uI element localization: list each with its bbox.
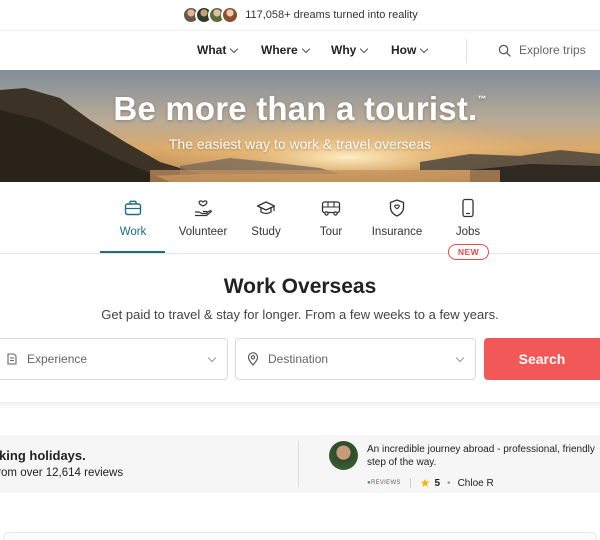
chevron-down-icon — [360, 44, 369, 53]
search-button[interactable]: Search — [484, 338, 600, 380]
experience-select[interactable]: Experience — [0, 338, 228, 380]
heart-hand-icon — [195, 200, 212, 217]
reviews-divider — [298, 441, 299, 487]
nav-item-why[interactable]: Why — [331, 43, 369, 57]
review-quote-continued: step of the way. — [367, 457, 437, 468]
reviews-strip: rking holidays. from over 12,614 reviews… — [0, 435, 600, 493]
tab-label: Volunteer — [178, 226, 228, 238]
section-shadow — [0, 402, 600, 410]
main-nav: What Where Why How Explore trips — [0, 30, 600, 70]
chevron-down-icon — [230, 44, 239, 53]
new-badge: NEW — [448, 244, 489, 260]
reviews-count: from over 12,614 reviews — [0, 467, 124, 479]
section-subtitle: Get paid to travel & stay for longer. Fr… — [101, 307, 499, 322]
tab-label: Jobs — [455, 226, 481, 238]
reviews-brand-logo: ●REVIEWS — [367, 480, 401, 486]
tab-tour[interactable]: Tour — [296, 198, 366, 238]
social-proof-strip: 117,058+ dreams turned into reality — [0, 0, 600, 30]
reviewer-name: Chloe R — [457, 477, 494, 489]
reviews-brand-text: REVIEWS — [370, 480, 401, 486]
tab-volunteer[interactable]: Volunteer — [168, 198, 238, 238]
tab-label: Tour — [319, 226, 343, 238]
section-title: Work Overseas — [223, 275, 377, 298]
shield-icon — [389, 199, 405, 217]
hero-title: Be more than a tourist.™ — [0, 90, 600, 128]
meta-dot: • — [447, 477, 451, 489]
nav-item-label: What — [197, 43, 227, 57]
review-rating: 5 — [434, 477, 441, 489]
nav-item-where[interactable]: Where — [261, 43, 310, 57]
phone-icon — [462, 198, 474, 218]
chevron-down-icon — [420, 44, 429, 53]
tab-insurance[interactable]: Insurance — [362, 198, 432, 238]
nav-item-what[interactable]: What — [197, 43, 239, 57]
avatar — [221, 6, 240, 24]
reviewer-avatar — [329, 441, 358, 470]
nav-divider — [466, 39, 467, 63]
destination-select[interactable]: Destination — [235, 338, 476, 380]
dreams-count-text: 117,058+ dreams turned into reality — [245, 9, 418, 21]
trademark-symbol: ™ — [477, 94, 487, 104]
nav-item-label: Where — [261, 43, 298, 57]
review-quote: An incredible journey abroad - professio… — [367, 444, 595, 455]
tab-label: Insurance — [371, 226, 423, 238]
explore-trips-label: Explore trips — [519, 43, 586, 57]
customer-avatars — [182, 6, 240, 24]
map-pin-icon — [247, 352, 259, 366]
destination-placeholder: Destination — [268, 352, 329, 366]
review-meta: ●REVIEWS ★ 5 • Chloe R — [367, 476, 494, 490]
tab-label: Work — [119, 226, 147, 238]
reviews-headline: rking holidays. — [0, 448, 86, 463]
nav-item-label: How — [391, 43, 417, 57]
chevron-down-icon — [207, 353, 217, 363]
chevron-down-icon — [455, 353, 465, 363]
next-section-card — [3, 532, 597, 540]
tab-study[interactable]: Study — [231, 198, 301, 238]
tab-work[interactable]: Work — [98, 198, 168, 238]
search-icon — [498, 44, 511, 57]
pencil-icon — [7, 353, 17, 365]
hero-title-text: Be more than a tourist. — [113, 90, 478, 127]
nav-item-how[interactable]: How — [391, 43, 429, 57]
meta-divider — [409, 478, 411, 488]
tab-jobs[interactable]: Jobs — [433, 198, 503, 238]
active-tab-underline — [100, 251, 165, 253]
hero-subtitle: The easiest way to work & travel oversea… — [168, 136, 432, 152]
explore-trips-search[interactable]: Explore trips — [498, 43, 586, 57]
tab-label: Study — [251, 226, 281, 238]
bus-icon — [321, 201, 341, 216]
category-tabs: Work Volunteer Study Tour Insurance Jobs — [0, 182, 600, 254]
hero-banner: Be more than a tourist.™ The easiest way… — [0, 70, 600, 182]
graduation-cap-icon — [256, 201, 276, 215]
chevron-down-icon — [301, 44, 310, 53]
star-icon: ★ — [419, 476, 431, 490]
experience-placeholder: Experience — [27, 352, 88, 366]
briefcase-icon — [124, 200, 142, 216]
nav-item-label: Why — [331, 43, 357, 57]
